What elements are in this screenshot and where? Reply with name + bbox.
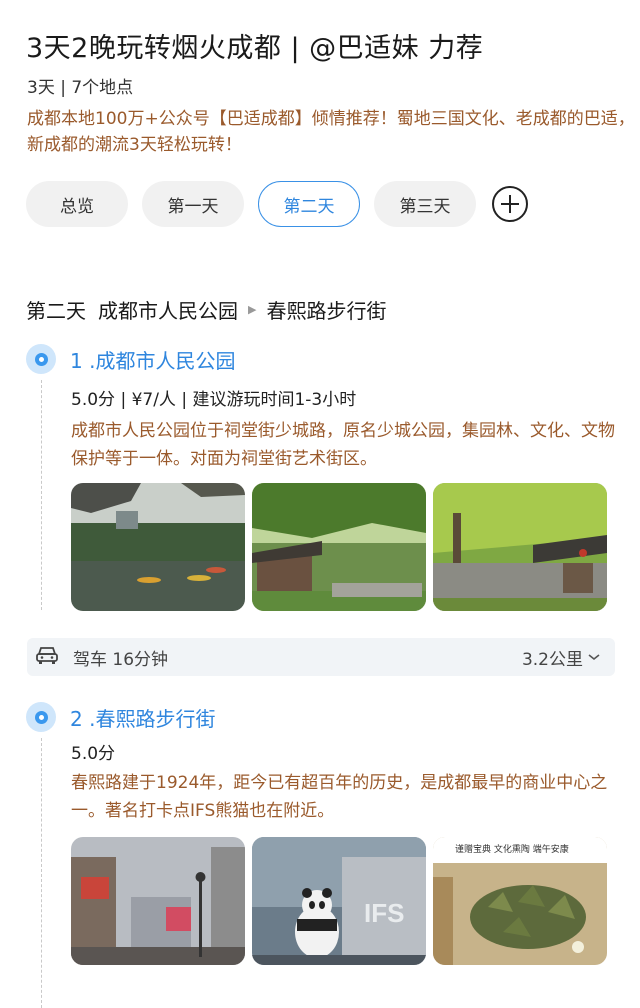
- park-lake-photo[interactable]: [71, 483, 245, 611]
- stop-description: 春熙路建于1924年，距今已有超百年的历史，是成都最早的商业中心之一。著名打卡点…: [71, 773, 608, 821]
- guide-meta: 3天 | 7个地点: [27, 78, 134, 98]
- timeline-line: [41, 380, 42, 610]
- route-from: 成都市人民公园: [98, 299, 238, 323]
- tab-overview[interactable]: 总览: [26, 181, 128, 227]
- car-icon: [35, 645, 59, 670]
- day-tabs: 总览 第一天 第二天 第三天: [26, 181, 528, 227]
- travel-distance-toggle[interactable]: 3.2公里: [522, 645, 601, 670]
- timeline-line: [41, 738, 42, 1008]
- stop-description: 成都市人民公园位于祠堂街少城路，原名少城公园，集园林、文化、文物保护等于一体。对…: [71, 421, 615, 469]
- ifs-panda-photo[interactable]: IFS: [252, 837, 426, 965]
- travel-segment[interactable]: 驾车 16分钟 3.2公里: [27, 638, 615, 676]
- guide-title: 3天2晚玩转烟火成都 | @巴适妹 力荐: [26, 33, 484, 64]
- tab-day-1[interactable]: 第一天: [142, 181, 244, 227]
- park-building-photo[interactable]: [252, 483, 426, 611]
- stop-title[interactable]: 1 .成都市人民公园: [70, 345, 235, 374]
- guide-intro: 成都本地100万+公众号【巴适成都】倾情推荐！蜀地三国文化、老成都的巴适，新成都…: [27, 109, 635, 155]
- street-photo[interactable]: [71, 837, 245, 965]
- route-day: 第二天: [26, 299, 86, 323]
- travel-mode: 驾车 16分钟: [73, 649, 169, 670]
- route-summary: 第二天 成都市人民公园 ▶ 春熙路步行街: [26, 295, 386, 324]
- add-day-icon[interactable]: [492, 186, 528, 222]
- route-arrow-icon: ▶: [248, 303, 257, 316]
- travel-distance: 3.2公里: [521, 649, 583, 670]
- stop-meta: 5.0分: [71, 744, 116, 764]
- stop-title[interactable]: 2 .春熙路步行街: [70, 703, 215, 732]
- zongzi-photo[interactable]: 谨赠宝典 文化熏陶 端午安康: [433, 837, 607, 965]
- tab-day-2[interactable]: 第二天: [258, 181, 360, 227]
- timeline-dot-icon: [26, 702, 56, 732]
- timeline-dot-icon: [26, 344, 56, 374]
- route-to: 春熙路步行街: [266, 299, 387, 323]
- stop-meta: 5.0分 | ¥7/人 | 建议游玩时间1-3小时: [71, 390, 357, 410]
- tab-day-3[interactable]: 第三天: [374, 181, 476, 227]
- chevron-down-icon: [588, 654, 600, 661]
- zongzi-caption: 谨赠宝典 文化熏陶 端午安康: [455, 843, 569, 855]
- stop-photos: IFS 谨赠宝典 文化熏陶 端午安康: [71, 837, 614, 965]
- stop-photos: [71, 483, 614, 611]
- park-wall-photo[interactable]: [433, 483, 607, 611]
- svg-text:IFS: IFS: [364, 898, 404, 928]
